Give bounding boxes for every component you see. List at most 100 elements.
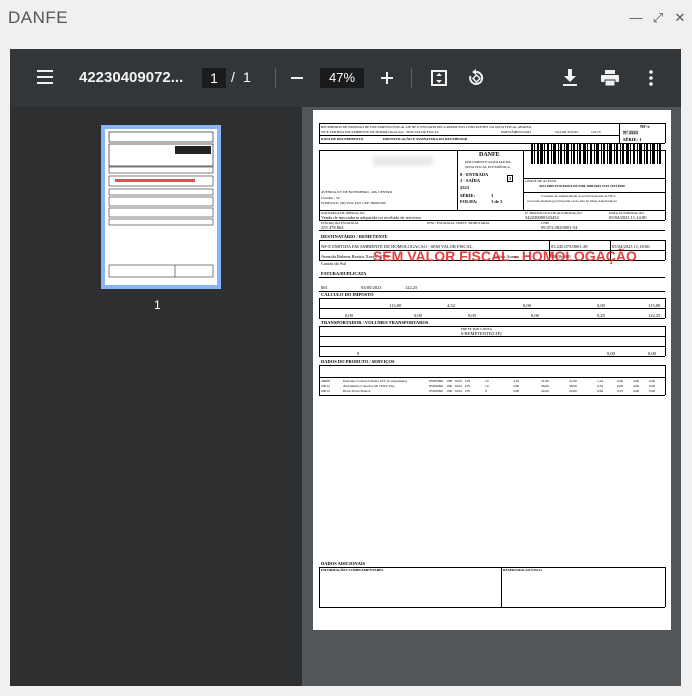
product-desc: Interrutor Coluna Ultrana 1EV (Component… [343, 379, 408, 383]
download-icon[interactable] [563, 69, 577, 86]
maximize-button[interactable]: ⤢ [649, 9, 667, 27]
danfe-page: RECEBEMOS DE EMISSAO DE DOCUMENTO FISCAL… [313, 110, 671, 630]
page-thumbnail[interactable] [101, 125, 221, 289]
product-aipi: 0,00 [649, 384, 656, 388]
outras-despesas: 0,00 [531, 313, 539, 318]
danfe-desc1: DOCUMENTO AUXILIAR DA [465, 160, 511, 164]
product-vunit: 3,10 [513, 379, 520, 383]
product-ipi: 0,00 [617, 379, 624, 383]
identificacao-recebedor: IDENTIFICAÇÃO E ASSINATURA DO RECEBEDOR [383, 137, 468, 141]
product-ncm: 85369090 [429, 384, 443, 388]
product-bc: 58,00 [569, 384, 577, 388]
rotate-icon[interactable] [467, 69, 485, 87]
product-ipi: 0,25 [617, 389, 624, 393]
serie-label: SÉRIE: [460, 193, 476, 198]
folha-label: FOLHA: [460, 199, 478, 204]
maximize-icon: ⤢ [652, 10, 664, 25]
fatura-valor: 122,25 [405, 285, 418, 290]
product-ncm: 85365090 [429, 379, 443, 383]
data-aut-value: 05/04/2023 11:14:00 [609, 215, 647, 220]
product-un: UN [465, 389, 471, 393]
fatura-vencimento: 03/05/2023 [361, 285, 382, 290]
close-button[interactable]: ✕ [671, 9, 689, 27]
nfe-number: Nº 2523 [623, 130, 638, 135]
product-cod: 20012 [321, 384, 330, 388]
bc-icms: 113,00 [389, 303, 402, 308]
emissao-value: 05/04/2023 [515, 130, 531, 134]
product-icms: 1,24 [597, 379, 604, 383]
danfe-title: DANFE [479, 152, 500, 158]
product-un: UN [465, 379, 471, 383]
close-icon: ✕ [674, 10, 686, 25]
desconto: 0,00 [468, 313, 476, 318]
ie-value: 255.478.864 [321, 225, 344, 230]
minimize-icon: — [629, 10, 643, 25]
v-total-nota: 122,25 [648, 313, 661, 318]
product-cst: 000 [447, 384, 453, 388]
toolbar-divider [275, 68, 276, 88]
more-icon[interactable] [649, 70, 653, 86]
produtos-title: DADOS DO PRODUTO / SERVIÇOS [321, 359, 395, 364]
product-aicms: 4,00 [633, 384, 640, 388]
v-produtos: 113,00 [648, 303, 661, 308]
zoom-input[interactable]: 47% [320, 68, 364, 88]
product-vunit: 5,80 [513, 384, 520, 388]
info-complementares: INFORMAÇÕES COMPLEMENTARES [321, 568, 384, 572]
chave-acesso: 4223 0409 0720 8200 0154 5500 1000 0025 … [539, 184, 625, 188]
document-area[interactable]: RECEBEMOS DE EMISSAO DE DOCUMENTO FISCAL… [302, 107, 681, 686]
product-cst: 000 [447, 389, 453, 393]
product-qtd: 10 [485, 379, 489, 383]
peso-bruto: 0,00 [607, 351, 615, 356]
document-title: 42230409072... [79, 69, 184, 86]
fatura-numero: 001 [321, 285, 328, 290]
watermark-text: SEM VALOR FISCAL - HOMOLOGAÇÃO [373, 248, 637, 264]
product-vtotal: 31,00 [541, 379, 549, 383]
destinatario-title: DESTINATÁRIO / REMETENTE [321, 234, 388, 239]
emitente-cidade: Joinville - SC [321, 196, 341, 200]
print-icon[interactable] [601, 70, 619, 86]
zoom-in-icon[interactable] [381, 72, 393, 84]
serie-value: 1 [491, 193, 494, 198]
v-icms: 4,52 [447, 303, 455, 308]
toolbar-divider [411, 68, 412, 88]
viewer-toolbar: 42230409072... 1 / 1 47% [10, 49, 681, 107]
receipt-header: RECEBEMOS DE EMISSAO DE DOCUMENTO FISCAL… [321, 125, 532, 129]
product-vunit: 3,00 [513, 389, 520, 393]
fatura-title: FATURA/DUPLICATA [321, 271, 367, 276]
emitente-endereco: AVENIDA XV DE NOVEMBRO , 466, CENTRO [321, 190, 393, 194]
hamburger-icon[interactable] [37, 70, 53, 84]
product-bc: 24,00 [569, 389, 577, 393]
v-frete: 0,00 [345, 313, 353, 318]
window-titlebar: DANFE — ⤢ ✕ [0, 0, 692, 38]
emitente-fone: FONE/FAX: (49) 3522-4321 CEP: 89600-000 [321, 201, 386, 205]
thumbnail-preview [108, 131, 214, 278]
nfe-serie: SÉRIE: 1 [623, 137, 642, 142]
product-aipi: 0,00 [649, 389, 656, 393]
product-icms: 2,32 [597, 384, 604, 388]
peso-liquido: 0,00 [648, 351, 656, 356]
consulta-line2: www.nfe.fazenda.gov.br/portal ou no site… [527, 199, 617, 203]
product-vtotal: 58,00 [541, 384, 549, 388]
product-bc: 31,00 [569, 379, 577, 383]
minimize-button[interactable]: — [627, 9, 645, 27]
barcode-image [531, 144, 661, 164]
window-title: DANFE [8, 8, 69, 27]
fit-page-icon[interactable] [431, 70, 447, 86]
bc-st: 0,00 [523, 303, 531, 308]
product-desc: Alojamento Conector SP 1MI 6 Vias. [343, 384, 396, 388]
logo-placeholder [373, 156, 433, 166]
product-ipi: 0,00 [617, 384, 624, 388]
tipo-operacao: 1 [507, 175, 514, 182]
chave-label: CHAVE DE ACESSO [525, 179, 557, 183]
frete-value: 0-REMETENTE(CIF) [461, 331, 502, 336]
page-number-input[interactable]: 1 [202, 68, 226, 88]
saida-label: 1 - SAÍDA [460, 178, 481, 183]
valor-total-label: VALOR TOTAL: [555, 130, 580, 134]
zoom-out-icon[interactable] [291, 77, 303, 79]
dest-cidade: Caxias do Sul [321, 261, 347, 266]
folha-value: 1 de 1 [491, 199, 503, 204]
product-un: UN [465, 384, 471, 388]
v-seguro: 0,00 [414, 313, 422, 318]
thumbnail-page-number: 1 [154, 298, 161, 312]
product-ncm: 85389090 [429, 389, 443, 393]
